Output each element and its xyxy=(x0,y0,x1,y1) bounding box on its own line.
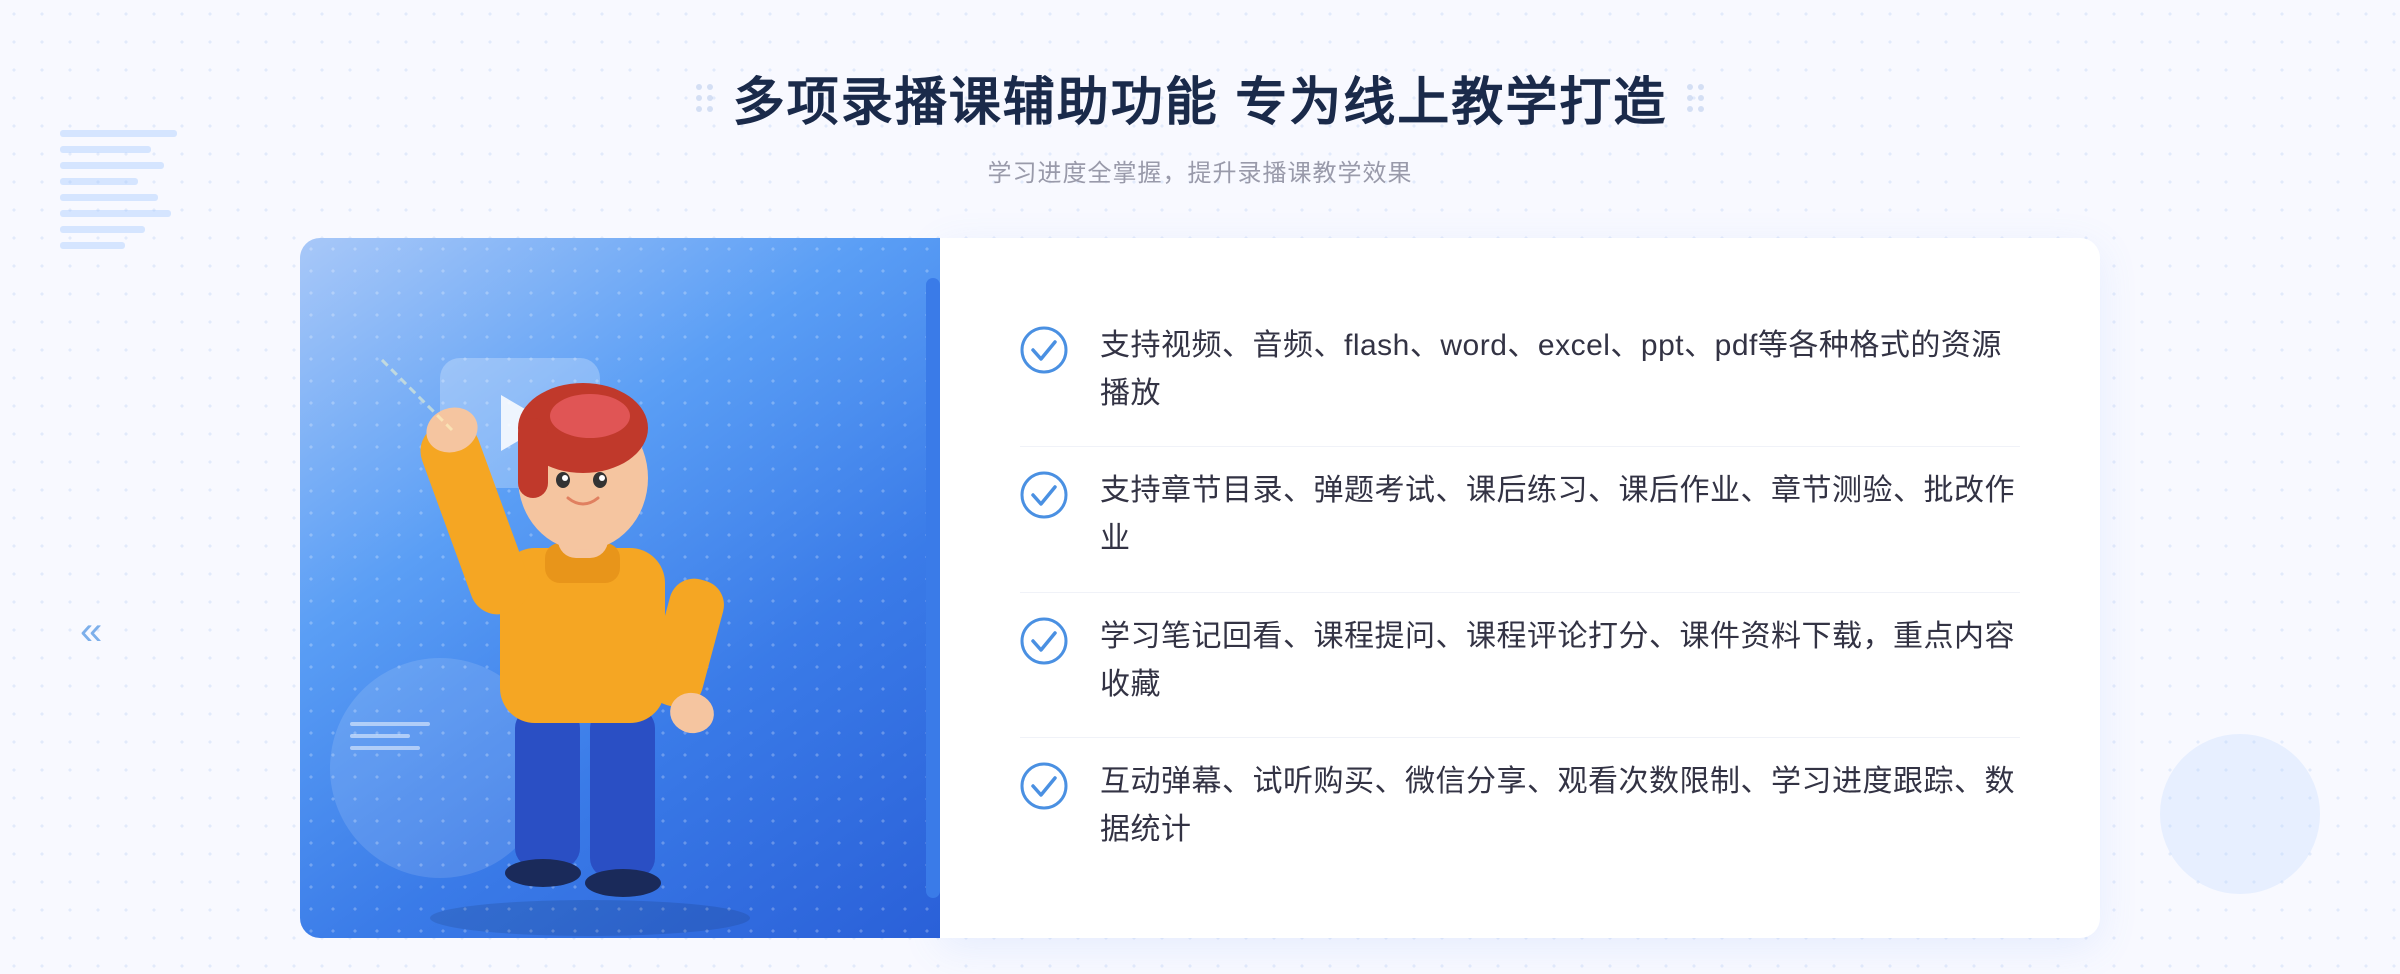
check-icon-2 xyxy=(1020,471,1068,519)
feature-text-1: 支持视频、音频、flash、word、excel、ppt、pdf等各种格式的资源… xyxy=(1100,322,2020,418)
deco-chevrons: « xyxy=(80,609,102,654)
features-panel: 支持视频、音频、flash、word、excel、ppt、pdf等各种格式的资源… xyxy=(940,238,2100,938)
page-container: 多项录播课辅助功能 专为线上教学打造 学习进度全掌握，提升录播课教学效果 xyxy=(0,0,2400,974)
header-section: 多项录播课辅助功能 专为线上教学打造 学习进度全掌握，提升录播课教学效果 xyxy=(696,60,1704,188)
deco-top-left-stripes xyxy=(60,130,190,310)
feature-text-3: 学习笔记回看、课程提问、课程评论打分、课件资料下载，重点内容收藏 xyxy=(1100,613,2020,709)
deco-bottom-right-circle xyxy=(2160,734,2320,894)
title-dots-left xyxy=(696,84,713,112)
feature-item-4: 互动弹幕、试听购买、微信分享、观看次数限制、学习进度跟踪、数据统计 xyxy=(1020,737,2020,874)
illustration-card xyxy=(300,238,940,938)
feature-item-1: 支持视频、音频、flash、word、excel、ppt、pdf等各种格式的资源… xyxy=(1020,302,2020,438)
main-title-row: 多项录播课辅助功能 专为线上教学打造 xyxy=(696,60,1704,135)
feature-text-4: 互动弹幕、试听购买、微信分享、观看次数限制、学习进度跟踪、数据统计 xyxy=(1100,758,2020,854)
feature-text-2: 支持章节目录、弹题考试、课后练习、课后作业、章节测验、批改作业 xyxy=(1100,467,2020,563)
feature-item-2: 支持章节目录、弹题考试、课后练习、课后作业、章节测验、批改作业 xyxy=(1020,446,2020,583)
subtitle: 学习进度全掌握，提升录播课教学效果 xyxy=(696,153,1704,188)
content-area: 支持视频、音频、flash、word、excel、ppt、pdf等各种格式的资源… xyxy=(300,238,2100,938)
check-icon-1 xyxy=(1020,326,1068,374)
title-dots-right xyxy=(1687,84,1704,112)
blue-sidebar-accent xyxy=(926,278,940,898)
person-figure xyxy=(380,318,800,938)
feature-item-3: 学习笔记回看、课程提问、课程评论打分、课件资料下载，重点内容收藏 xyxy=(1020,592,2020,729)
main-title: 多项录播课辅助功能 专为线上教学打造 xyxy=(733,60,1667,135)
check-icon-3 xyxy=(1020,617,1068,665)
check-icon-4 xyxy=(1020,762,1068,810)
